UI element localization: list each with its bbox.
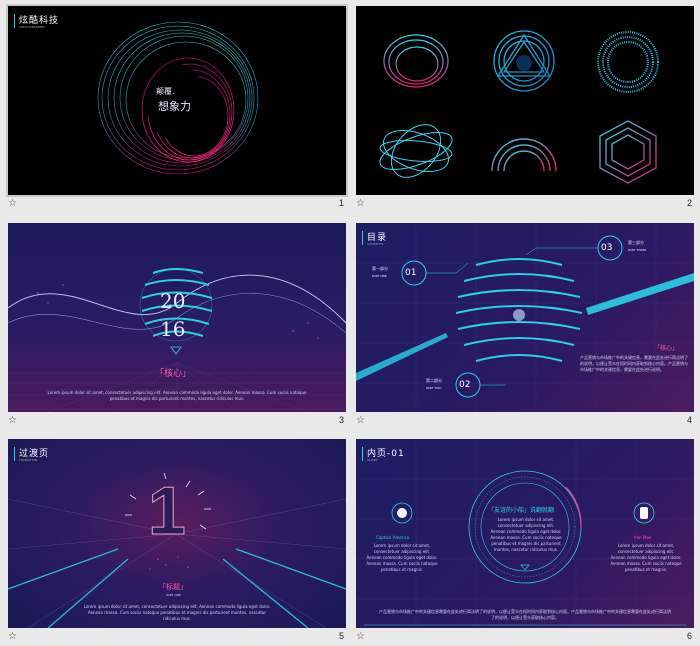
left-body: Lorem ipsum dolor sit amet, consectetuer… [366,543,438,572]
big-number: 1 [148,473,187,549]
slide-number: 3 [338,415,344,425]
slide-number: 4 [686,415,692,425]
left-name: Captain America [376,535,410,540]
bottom-text: 产品营销与市场推广中的关键信息需要在此处进行简洁明了的说明，以便让受众在短时间内… [379,609,671,620]
slide-5-canvas[interactable]: 过渡页 TRANSITION 1 「标题」 PART ONE Lorem ips… [8,439,346,628]
slide-3-canvas[interactable]: 20 16 「核心」 Lorem ipsum dolor sit amet, c… [8,223,346,412]
core-body: Lorem ipsum dolor sit amet, consectetuer… [47,390,307,401]
slide-subtitle: CONTENTS [367,242,384,246]
transition-star-icon[interactable]: ☆ [356,631,365,642]
slide-5-footer: ☆ 5 [8,631,346,646]
contents-item-2-label: 第二部分 [426,378,442,383]
title-accent [362,447,363,461]
section-subheading: PART ONE [166,593,181,597]
headline-line2: 想象力 [158,100,191,113]
slide-subtitle: SLIDES [367,458,378,462]
slide-4-footer: ☆ 4 [356,415,694,431]
slide-6-canvas[interactable]: 内页-01 SLIDES 「友谊的小船」说翻就翻 Lorem ipsum dol… [356,439,694,628]
circle-body: Lorem ipsum dolor sit amet, consectetuer… [490,517,562,552]
transition-star-icon[interactable]: ☆ [8,415,17,426]
contents-item-1-num[interactable]: 01 [405,268,416,278]
slide-4-canvas[interactable]: 目录 CONTENTS 01 第一部分 PART ONE 02 第二部分 PAR… [356,223,694,412]
core-body: 产品营销与市场推广中的关键信息，需要在此处进行简洁明了的说明，以便让受众在短时间… [580,355,688,372]
transition-star-icon[interactable]: ☆ [356,198,365,209]
contents-item-2-en: PART TWO [426,386,442,390]
year-top: 20 [160,289,186,313]
slide-number: 1 [338,198,344,208]
title-accent [362,231,363,245]
slide-1-canvas[interactable]: 炫酷科技 CREATIVEEXPERT 颠覆. 想象力 [6,4,348,197]
contents-item-3-num[interactable]: 03 [601,243,612,253]
right-body: Lorem ipsum dolor sit amet, consectetuer… [610,543,682,572]
shapes-art [379,30,659,184]
headline-line1: 颠覆. [156,87,175,96]
contents-item-1-label: 第一部分 [372,266,388,271]
slide-2-footer: ☆ 2 [356,198,694,214]
contents-item-1-en: PART ONE [372,274,387,278]
section-heading: 「标题」 [159,583,187,591]
title-accent [14,447,15,461]
contents-item-3-label: 第三部分 [628,240,644,245]
right-name: Iron Man [634,535,652,540]
contents-item-2-num[interactable]: 02 [459,380,470,390]
slide-2-canvas[interactable] [356,6,694,195]
section-body: Lorem ipsum dolor sit amet, consectetuer… [83,604,271,621]
circle-heading: 「友谊的小船」说翻就翻 [488,507,555,514]
slide-6-footer: ☆ 6 [356,631,694,646]
transition-star-icon[interactable]: ☆ [8,631,17,642]
slide-number: 5 [338,631,344,641]
transition-star-icon[interactable]: ☆ [356,415,365,426]
slide-1-footer: ☆ 1 [8,198,346,214]
slide-subtitle: TRANSITION [19,458,38,462]
title-accent [14,14,15,28]
slide-3-footer: ☆ 3 [8,415,346,431]
core-heading: 「核心」 [654,345,679,352]
transition-star-icon[interactable]: ☆ [8,198,17,209]
slide-number: 6 [686,631,692,641]
slide-subtitle: CREATIVEEXPERT [19,25,45,29]
slide-number: 2 [686,198,692,208]
core-heading: 「核心」 [155,369,192,379]
contents-item-3-en: PART THREE [628,248,647,252]
year-bottom: 16 [160,317,186,341]
